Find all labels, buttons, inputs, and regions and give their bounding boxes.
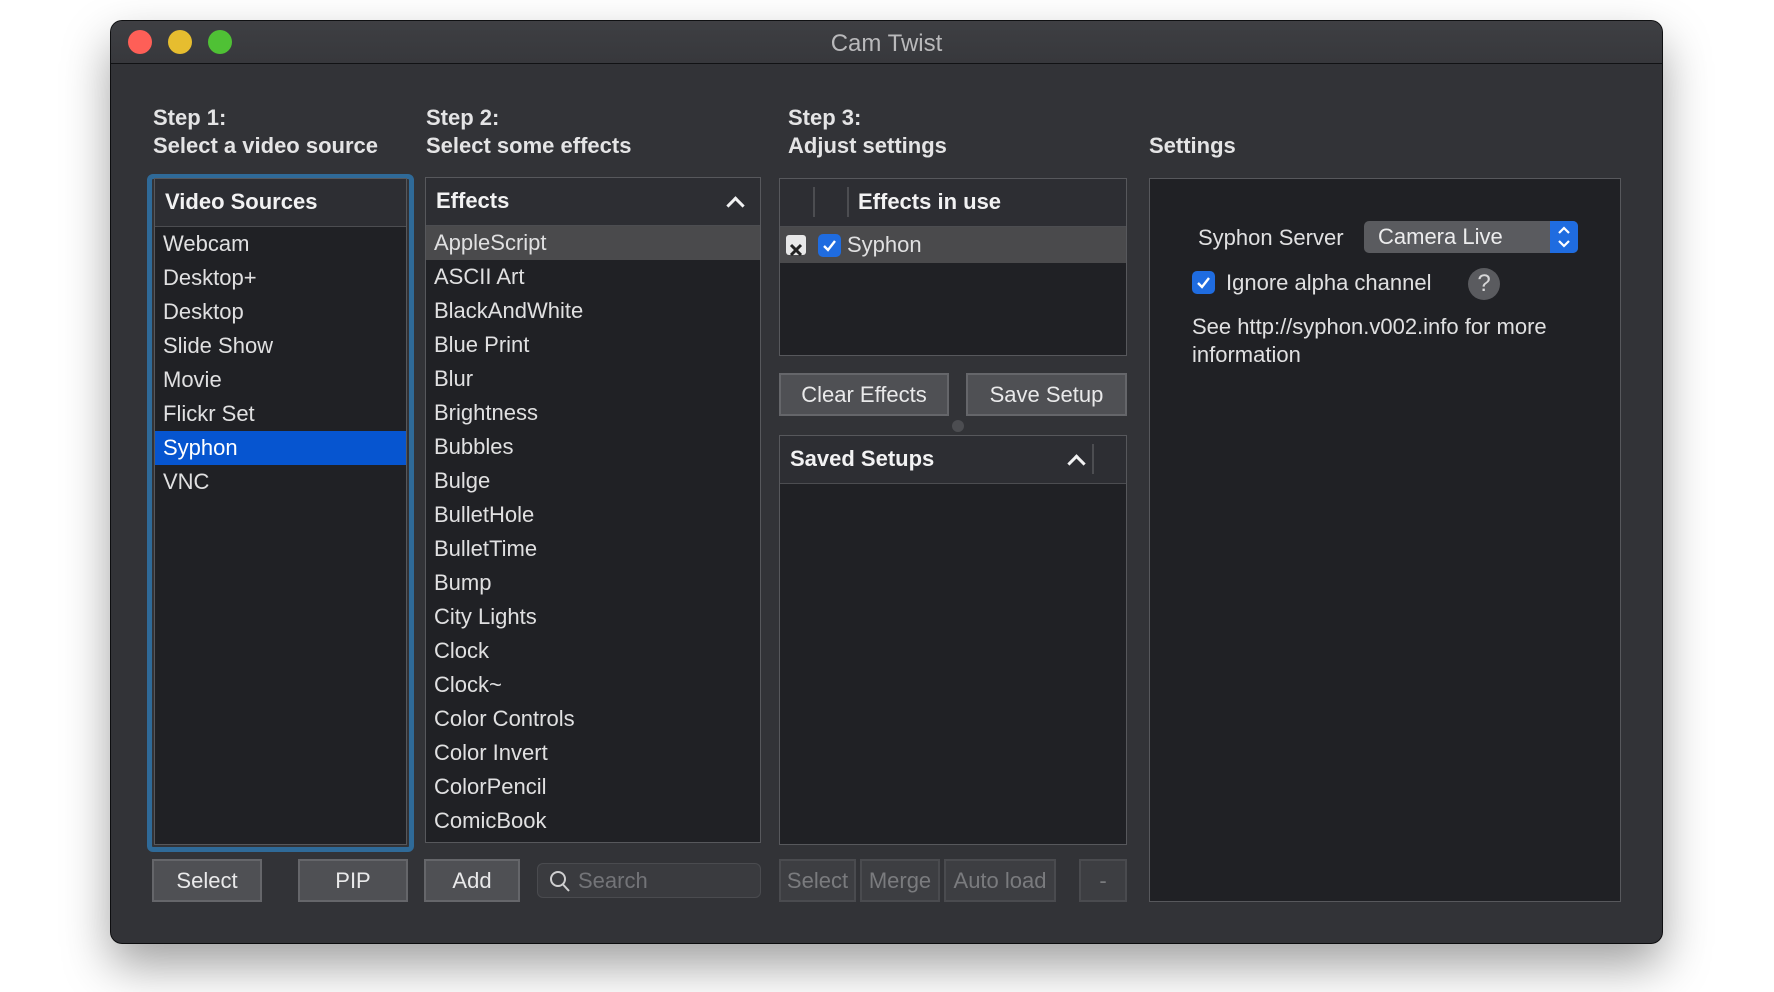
effect-in-use-name: Syphon xyxy=(847,232,922,257)
effects-search-field[interactable] xyxy=(537,863,761,898)
column-divider xyxy=(1092,444,1094,474)
sort-ascending-chevron-icon xyxy=(1067,454,1086,473)
merge-setup-button[interactable]: Merge xyxy=(860,859,940,902)
video-source-item[interactable]: Syphon xyxy=(155,431,406,465)
save-setup-button[interactable]: Save Setup xyxy=(966,373,1127,416)
effects-header-label: Effects xyxy=(436,188,510,213)
pip-button[interactable]: PIP xyxy=(298,859,408,902)
syphon-server-popup[interactable]: Camera Live xyxy=(1364,221,1578,253)
sort-ascending-chevron-icon xyxy=(726,196,745,215)
step1-number: Step 1: xyxy=(153,105,227,130)
video-source-item[interactable]: Flickr Set xyxy=(155,397,406,431)
step3-number: Step 3: xyxy=(788,105,862,130)
syphon-info-line1: See http://syphon.v002.info for more xyxy=(1192,314,1547,339)
video-sources-header[interactable]: Video Sources xyxy=(155,179,406,227)
add-effect-button[interactable]: Add xyxy=(424,859,520,902)
settings-heading: Settings xyxy=(1149,133,1236,158)
search-icon xyxy=(550,871,570,892)
syphon-server-value: Camera Live xyxy=(1378,224,1503,249)
video-sources-list[interactable]: Video Sources Webcam Desktop+ Desktop Slide… xyxy=(154,178,407,845)
step1-title: Select a video source xyxy=(153,133,378,158)
effect-item[interactable]: City Lights xyxy=(426,600,760,634)
video-sources-rows: Webcam Desktop+ Desktop Slide Show Movie Flic… xyxy=(155,227,406,844)
effect-item[interactable]: Color Controls xyxy=(426,702,760,736)
video-source-item[interactable]: Movie xyxy=(155,363,406,397)
effect-item[interactable]: ColorPencil xyxy=(426,770,760,804)
effect-item[interactable]: Bubbles xyxy=(426,430,760,464)
select-source-button[interactable]: Select xyxy=(152,859,262,902)
effect-enabled-checkbox[interactable] xyxy=(818,234,841,257)
step3-heading: Step 3: Adjust settings xyxy=(788,104,947,160)
effects-in-use-header-label: Effects in use xyxy=(858,189,1002,214)
video-source-item[interactable]: VNC xyxy=(155,465,406,499)
select-setup-button[interactable]: Select xyxy=(779,859,856,902)
title-bar[interactable]: Cam Twist xyxy=(111,21,1662,64)
video-source-item[interactable]: Desktop+ xyxy=(155,261,406,295)
clear-effects-button[interactable]: Clear Effects xyxy=(779,373,949,416)
video-source-item[interactable]: Desktop xyxy=(155,295,406,329)
effect-item[interactable]: Brightness xyxy=(426,396,760,430)
step2-heading: Step 2: Select some effects xyxy=(426,104,631,160)
step3-title: Adjust settings xyxy=(788,133,947,158)
effect-item[interactable]: ComicBook xyxy=(426,804,760,838)
syphon-info-text: See http://syphon.v002.info for more inf… xyxy=(1192,313,1547,369)
effects-header[interactable]: Effects xyxy=(426,178,760,226)
split-view-divider-handle[interactable] xyxy=(952,420,964,432)
column-divider xyxy=(813,187,815,217)
checkmark-icon xyxy=(1197,277,1210,289)
step1-heading: Step 1: Select a video source xyxy=(153,104,378,160)
video-source-item[interactable]: Webcam xyxy=(155,227,406,261)
step2-title: Select some effects xyxy=(426,133,632,158)
syphon-info-line2: information xyxy=(1192,342,1301,367)
effect-item[interactable]: Color Invert xyxy=(426,736,760,770)
effect-item[interactable]: BlackAndWhite xyxy=(426,294,760,328)
syphon-server-label: Syphon Server xyxy=(1198,225,1344,250)
effect-item[interactable]: Blue Print xyxy=(426,328,760,362)
video-source-item[interactable]: Slide Show xyxy=(155,329,406,363)
effect-item[interactable]: Bump xyxy=(426,566,760,600)
step2-number: Step 2: xyxy=(426,105,500,130)
effects-search-input[interactable] xyxy=(576,864,760,898)
effect-item[interactable]: BulletTime xyxy=(426,532,760,566)
saved-setups-header-label: Saved Setups xyxy=(790,446,935,471)
checkmark-icon xyxy=(823,240,836,252)
remove-setup-button[interactable]: - xyxy=(1079,859,1127,902)
effect-item[interactable]: BulletHole xyxy=(426,498,760,532)
saved-setups-rows xyxy=(780,484,1126,844)
popup-arrows-icon xyxy=(1550,221,1578,253)
effects-in-use-rows: Syphon xyxy=(780,227,1126,355)
effect-item[interactable]: Clock~ xyxy=(426,668,760,702)
ignore-alpha-checkbox[interactable] xyxy=(1192,271,1215,294)
effects-in-use-header: Effects in use xyxy=(780,179,1126,227)
window-title: Cam Twist xyxy=(830,30,943,57)
remove-effect-icon[interactable] xyxy=(786,235,806,257)
effects-rows: AppleScript ASCII Art BlackAndWhite Blue Pr… xyxy=(426,226,760,842)
help-button[interactable]: ? xyxy=(1468,268,1500,300)
column-divider xyxy=(847,187,849,217)
effect-item[interactable]: Blur xyxy=(426,362,760,396)
effect-item[interactable]: ASCII Art xyxy=(426,260,760,294)
effect-item[interactable]: AppleScript xyxy=(426,226,760,260)
effects-list[interactable]: Effects AppleScript ASCII Art BlackAndWhit… xyxy=(425,177,761,843)
ignore-alpha-label[interactable]: Ignore alpha channel xyxy=(1226,269,1432,297)
auto-load-button[interactable]: Auto load xyxy=(944,859,1056,902)
effect-item[interactable]: Bulge xyxy=(426,464,760,498)
effect-in-use-row[interactable]: Syphon xyxy=(780,227,1126,263)
saved-setups-header[interactable]: Saved Setups xyxy=(780,436,1126,484)
effect-item[interactable]: Clock xyxy=(426,634,760,668)
effects-in-use-table[interactable]: Effects in use Syphon xyxy=(779,178,1127,356)
saved-setups-table[interactable]: Saved Setups xyxy=(779,435,1127,845)
